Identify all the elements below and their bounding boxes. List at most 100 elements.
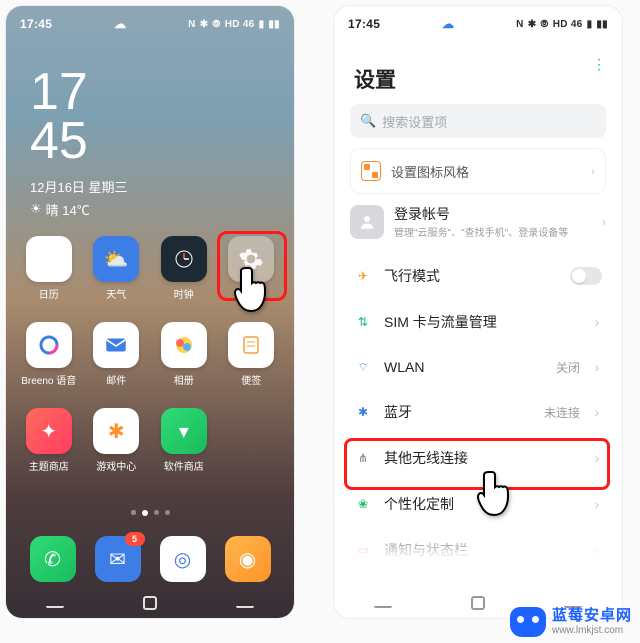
app-weather[interactable]: ⛅ 天气 [88,236,146,301]
row-wlan[interactable]: ⌔ WLAN 关闭 › [334,345,622,389]
games-icon: ✱ [93,408,139,454]
style-icon [361,161,381,181]
app-games[interactable]: ✱ 游戏中心 [88,408,146,473]
search-input[interactable]: 🔍 搜索设置项 [350,104,606,138]
status-time: 17:45 [348,17,380,31]
app-label: 日历 [39,286,59,301]
messages-icon: ✉ [109,547,126,572]
messages-badge: 5 [125,532,145,546]
notes-icon [228,322,274,368]
chevron-right-icon: › [592,404,602,420]
row-label: 个性化定制 [384,494,580,514]
app-notes[interactable]: 便签 [223,322,281,387]
app-breeno[interactable]: Breeno 语音 [20,322,78,387]
clock-hours: 17 [30,68,294,117]
row-sim[interactable]: ⇅ SIM 卡与流量管理 › [334,299,622,345]
nav-recent-icon[interactable] [236,596,254,608]
nav-home-icon[interactable] [143,596,157,610]
sun-icon: ☀ [30,201,42,217]
sim-icon: ⇅ [354,313,372,331]
app-calendar[interactable]: 星期三 16 日历 [20,236,78,301]
app-label: 软件商店 [164,458,204,473]
camera-icon: ◉ [239,547,256,572]
row-personalize[interactable]: ❀ 个性化定制 › [334,481,622,527]
chevron-right-icon: › [602,215,606,229]
app-row-2: Breeno 语音 邮件 相册 便签 [6,322,294,387]
app-label: 游戏中心 [96,458,136,473]
row-notifications[interactable]: ▭ 通知与状态栏 › [334,527,622,573]
app-row-3: ✦ 主题商店 ✱ 游戏中心 ▾ 软件商店 [6,408,294,473]
nav-back-icon[interactable] [46,596,64,608]
row-other-wireless[interactable]: ⋔ 其他无线连接 › [334,435,622,481]
app-store[interactable]: ▾ 软件商店 [155,408,213,473]
dock-camera[interactable]: ◉ [225,536,271,582]
row-value: 未连接 [544,404,580,421]
status-cloud-icon: ☁ [442,17,454,31]
row-bluetooth[interactable]: ✱ 蓝牙 未连接 › [334,389,622,435]
status-cloud-icon: ☁ [114,17,126,31]
row-label: 蓝牙 [384,402,532,422]
calendar-dow: 星期三 [37,243,61,254]
airplane-toggle[interactable] [570,267,602,285]
nfc-icon: N [188,19,196,30]
app-label: 便签 [241,372,261,387]
breeno-icon [26,322,72,368]
browser-icon: ◎ [174,547,191,572]
palette-icon: ❀ [354,495,372,513]
status-right: N ✱ ⦾ HD 46 ▮ ▮▮ [188,19,280,30]
bluetooth-icon: ✱ [354,403,372,421]
icon-style-card[interactable]: 设置图标风格 › [350,148,606,194]
dock: ✆ ✉ 5 ◎ ◉ [6,536,294,582]
app-theme[interactable]: ✦ 主题商店 [20,408,78,473]
nav-bar [6,596,294,610]
status-bar: 17:45 ☁ N ✱ ⦾ HD 46 ▮ ▮▮ [334,6,622,38]
avatar-icon [350,205,384,239]
settings-list: ✈ 飞行模式 ⇅ SIM 卡与流量管理 › ⌔ WLAN 关闭 › ✱ 蓝牙 未… [334,253,622,573]
app-gallery[interactable]: 相册 [155,322,213,387]
volume-icon: ⦾ [212,19,220,30]
network-label: HD 46 [225,19,255,30]
theme-icon: ✦ [26,408,72,454]
nav-home-icon[interactable] [471,596,485,610]
battery-icon: ▮▮ [268,19,280,30]
app-mail[interactable]: 邮件 [88,322,146,387]
settings-icon [228,236,274,282]
store-icon: ▾ [161,408,207,454]
gallery-icon [161,322,207,368]
reorder-icon[interactable]: ⋮ [592,56,606,73]
clock-minutes: 45 [30,117,294,166]
bt-icon: ✱ [528,19,537,30]
app-clock[interactable]: 时钟 [155,236,213,301]
home-weather: ☀ 晴 14℃ [30,200,294,219]
weather-label: 晴 14℃ [46,200,90,219]
chevron-right-icon: › [592,450,602,466]
app-label: 主题商店 [29,458,69,473]
style-label: 设置图标风格 [391,162,581,181]
app-label: 天气 [106,286,126,301]
network-label: HD 46 [553,19,583,30]
app-settings[interactable]: 设置 [223,236,281,301]
row-label: WLAN [384,359,544,375]
home-date: 12月16日 星期三 [30,177,294,196]
app-label: Breeno 语音 [21,372,76,387]
nav-back-icon[interactable] [374,596,392,608]
status-right: N ✱ ⦾ HD 46 ▮ ▮▮ [516,19,608,30]
mail-icon [93,322,139,368]
row-airplane[interactable]: ✈ 飞行模式 [334,253,622,299]
app-label: 时钟 [174,286,194,301]
row-label: 其他无线连接 [384,448,580,468]
status-bar: 17:45 ☁ N ✱ ⦾ HD 46 ▮ ▮▮ [6,6,294,38]
chevron-right-icon: › [592,496,602,512]
dock-messages[interactable]: ✉ 5 [95,536,141,582]
clock-icon [161,236,207,282]
mascot-icon [510,607,546,637]
dock-browser[interactable]: ◎ [160,536,206,582]
airplane-icon: ✈ [354,267,372,285]
watermark-url: www.lmkjst.com [552,625,632,636]
status-time: 17:45 [20,17,52,31]
chevron-right-icon: › [591,164,595,178]
page-title: 设置 [354,64,602,94]
account-row[interactable]: 登录帐号 管理"云服务"、"查找手机"、登录设备等 › [350,204,606,239]
row-value: 关闭 [556,359,580,376]
dock-phone[interactable]: ✆ [30,536,76,582]
